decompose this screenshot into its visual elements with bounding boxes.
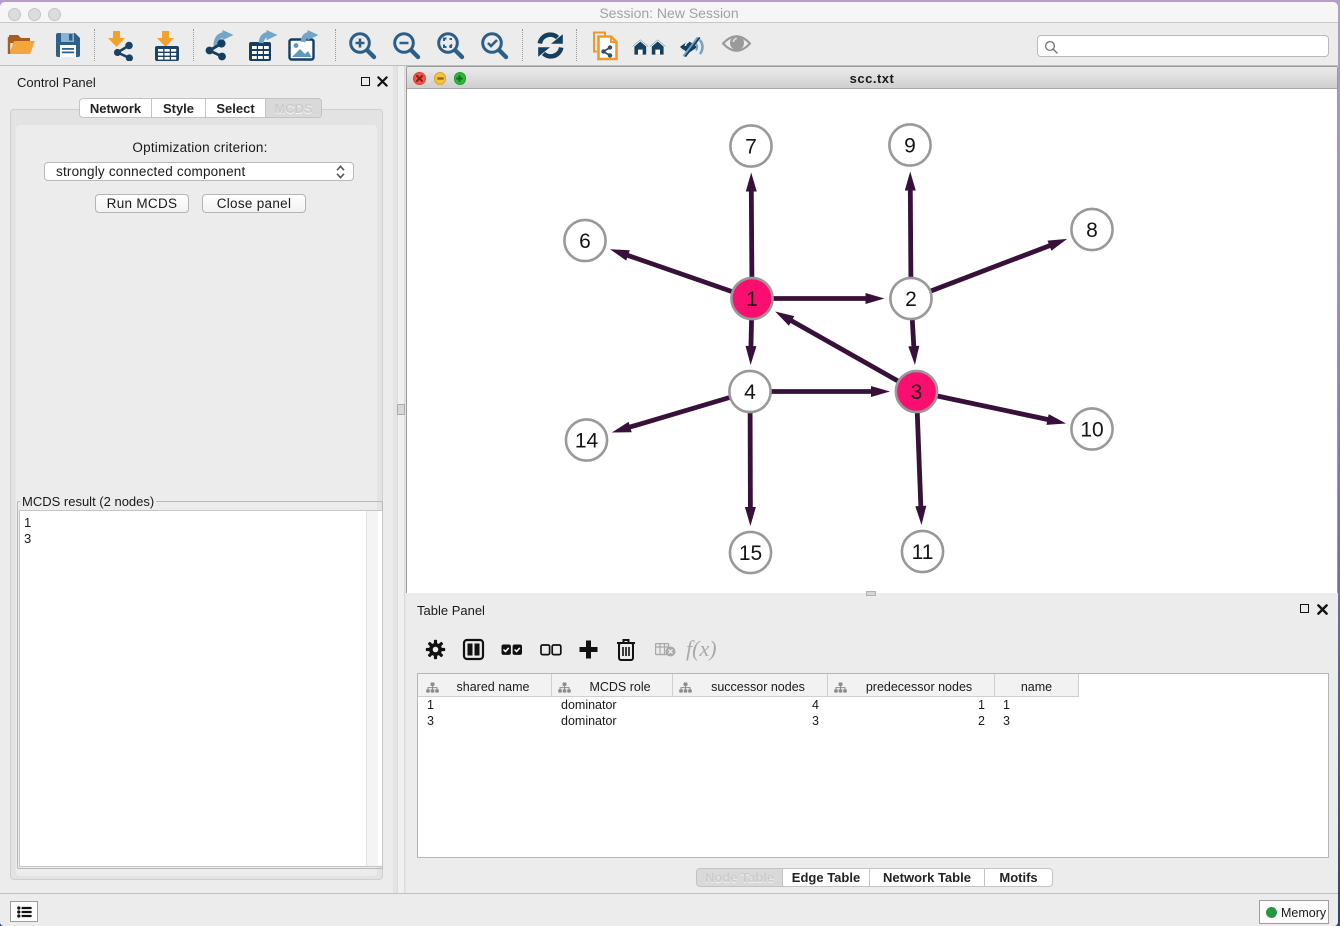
svg-text:3: 3: [911, 381, 923, 404]
svg-text:8: 8: [1086, 219, 1098, 242]
svg-text:4: 4: [744, 381, 756, 404]
svg-text:7: 7: [745, 135, 757, 158]
svg-text:10: 10: [1080, 418, 1103, 441]
svg-text:9: 9: [904, 134, 916, 157]
svg-text:15: 15: [739, 542, 762, 565]
svg-text:2: 2: [905, 288, 917, 311]
svg-text:11: 11: [912, 541, 934, 564]
svg-text:6: 6: [579, 230, 591, 253]
svg-text:1: 1: [746, 288, 758, 311]
svg-text:14: 14: [575, 429, 599, 452]
